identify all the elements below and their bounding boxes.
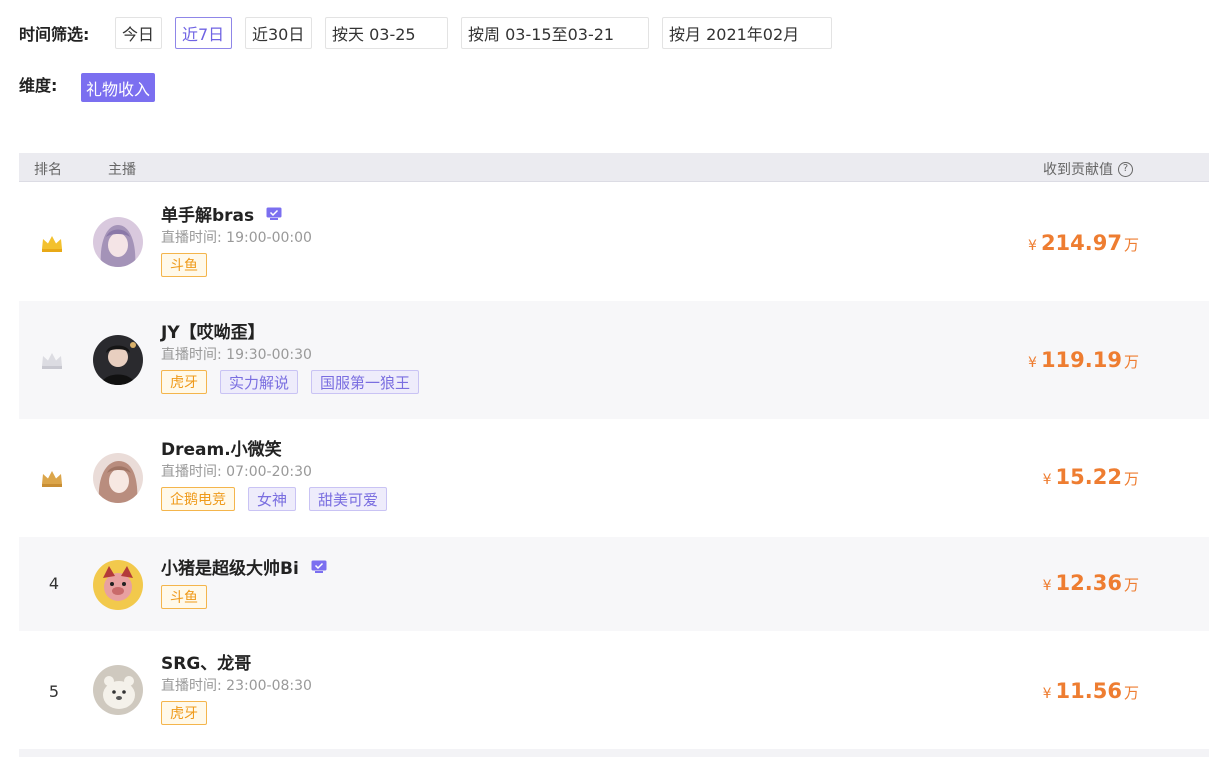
- table-row[interactable]: 单手解bras 直播时间: 19:00-00:00 斗鱼 ¥ 214.97 万: [19, 184, 1209, 299]
- verified-icon: [311, 560, 327, 573]
- silver-crown-icon: [42, 353, 62, 369]
- value-number: 12.36: [1055, 571, 1122, 595]
- bronze-crown-icon: [42, 471, 62, 487]
- value-number: 214.97: [1040, 231, 1122, 255]
- avatar[interactable]: [93, 665, 143, 715]
- filter-by-month-button[interactable]: 按月 2021年02月: [662, 17, 832, 49]
- value-unit: 万: [1123, 684, 1139, 702]
- tag-list: 斗鱼: [161, 585, 327, 609]
- anchor-tag: 实力解说: [220, 370, 299, 394]
- avatar-image: [93, 217, 143, 267]
- value-unit: 万: [1123, 470, 1139, 488]
- avatar-image: [93, 665, 143, 715]
- time-filter-label: 时间筛选:: [19, 25, 90, 44]
- contribution-value: ¥ 214.97 万: [1028, 231, 1139, 255]
- dimension-filter-bar: 维度: 礼物收入: [19, 73, 156, 102]
- contribution-value: ¥ 119.19 万: [1028, 348, 1139, 372]
- avatar-image: [93, 335, 143, 385]
- currency-symbol: ¥: [1042, 686, 1052, 702]
- table-next-row-edge: [19, 749, 1209, 757]
- filter-by-day-button[interactable]: 按天 03-25: [325, 17, 448, 49]
- table-row[interactable]: JY【哎呦歪】 直播时间: 19:30-00:30 虎牙 实力解说 国服第一狼王…: [19, 301, 1209, 419]
- live-time: 直播时间: 19:00-00:00: [161, 230, 312, 246]
- anchor-name[interactable]: SRG、龙哥: [161, 649, 251, 674]
- column-header-anchor: 主播: [108, 162, 136, 178]
- live-time: 直播时间: 19:30-00:30: [161, 347, 312, 363]
- filter-30-days-button[interactable]: 近30日: [245, 17, 312, 49]
- tag-list: 企鹅电竞 女神 甜美可爱: [161, 487, 388, 511]
- filter-today-button[interactable]: 今日: [115, 17, 162, 49]
- column-header-value: 收到贡献值 ?: [1043, 159, 1133, 179]
- anchor-info: SRG、龙哥 直播时间: 23:00-08:30 虎牙: [161, 650, 312, 725]
- avatar-image: [93, 560, 143, 610]
- filter-7-days-button[interactable]: 近7日: [175, 17, 232, 49]
- contribution-value: ¥ 15.22 万: [1043, 465, 1139, 489]
- anchor-tag: 女神: [248, 487, 297, 511]
- platform-tag: 斗鱼: [161, 253, 207, 277]
- dimension-gift-income-button[interactable]: 礼物收入: [81, 73, 156, 102]
- anchor-name[interactable]: JY【哎呦歪】: [161, 318, 265, 343]
- currency-symbol: ¥: [1028, 355, 1037, 371]
- anchor-tag: 国服第一狼王: [311, 370, 420, 394]
- currency-symbol: ¥: [1042, 578, 1052, 594]
- platform-tag: 企鹅电竞: [161, 487, 235, 511]
- tag-list: 虎牙 实力解说 国服第一狼王: [161, 370, 420, 394]
- avatar[interactable]: [93, 335, 143, 385]
- currency-symbol: ¥: [1028, 238, 1037, 254]
- anchor-info: 单手解bras 直播时间: 19:00-00:00 斗鱼: [161, 202, 312, 277]
- avatar-image: [93, 453, 143, 503]
- avatar[interactable]: [93, 560, 143, 610]
- table-row[interactable]: 5 SRG、龙哥 直播时间: 23:00-08:30 虎牙 ¥ 11.56 万: [19, 631, 1209, 749]
- gold-crown-icon: [42, 236, 62, 252]
- anchor-tag: 甜美可爱: [309, 487, 388, 511]
- live-time: 直播时间: 07:00-20:30: [161, 464, 312, 480]
- rank-number: 4: [48, 574, 60, 593]
- currency-symbol: ¥: [1042, 472, 1052, 488]
- contribution-value: ¥ 12.36 万: [1043, 571, 1139, 595]
- platform-tag: 斗鱼: [161, 585, 207, 609]
- table-row[interactable]: Dream.小微笑 直播时间: 07:00-20:30 企鹅电竞 女神 甜美可爱…: [19, 419, 1209, 537]
- platform-tag: 虎牙: [161, 701, 207, 725]
- verified-icon: [266, 207, 282, 220]
- tag-list: 斗鱼: [161, 253, 312, 277]
- platform-tag: 虎牙: [161, 370, 207, 394]
- value-unit: 万: [1123, 576, 1139, 594]
- anchor-info: 小猪是超级大帅Bi 斗鱼: [161, 555, 327, 609]
- anchor-info: JY【哎呦歪】 直播时间: 19:30-00:30 虎牙 实力解说 国服第一狼王: [161, 318, 420, 394]
- time-filter-bar: 时间筛选: 今日 近7日 近30日 按天 03-25 按周 03-15至03-2…: [19, 17, 845, 49]
- filter-by-week-button[interactable]: 按周 03-15至03-21: [461, 17, 649, 49]
- live-time: 直播时间: 23:00-08:30: [161, 678, 312, 694]
- ranking-table-header: 排名 主播 收到贡献值 ?: [19, 153, 1209, 182]
- value-number: 119.19: [1040, 348, 1122, 372]
- dimension-label: 维度:: [19, 76, 58, 95]
- value-number: 11.56: [1055, 679, 1122, 703]
- anchor-name[interactable]: 单手解bras: [161, 201, 254, 226]
- rank-number: 5: [48, 682, 60, 701]
- column-header-rank: 排名: [34, 162, 62, 178]
- help-icon[interactable]: ?: [1118, 161, 1133, 177]
- anchor-name[interactable]: 小猪是超级大帅Bi: [161, 554, 299, 579]
- value-unit: 万: [1123, 353, 1139, 371]
- table-row[interactable]: 4 小猪是超级大帅Bi 斗鱼 ¥ 12.36 万: [19, 537, 1209, 631]
- value-number: 15.22: [1055, 465, 1122, 489]
- anchor-info: Dream.小微笑 直播时间: 07:00-20:30 企鹅电竞 女神 甜美可爱: [161, 435, 388, 511]
- tag-list: 虎牙: [161, 701, 312, 725]
- value-unit: 万: [1123, 236, 1139, 254]
- avatar[interactable]: [93, 453, 143, 503]
- column-header-value-label: 收到贡献值: [1043, 162, 1113, 178]
- avatar[interactable]: [93, 217, 143, 267]
- contribution-value: ¥ 11.56 万: [1043, 679, 1139, 703]
- anchor-name[interactable]: Dream.小微笑: [161, 435, 282, 460]
